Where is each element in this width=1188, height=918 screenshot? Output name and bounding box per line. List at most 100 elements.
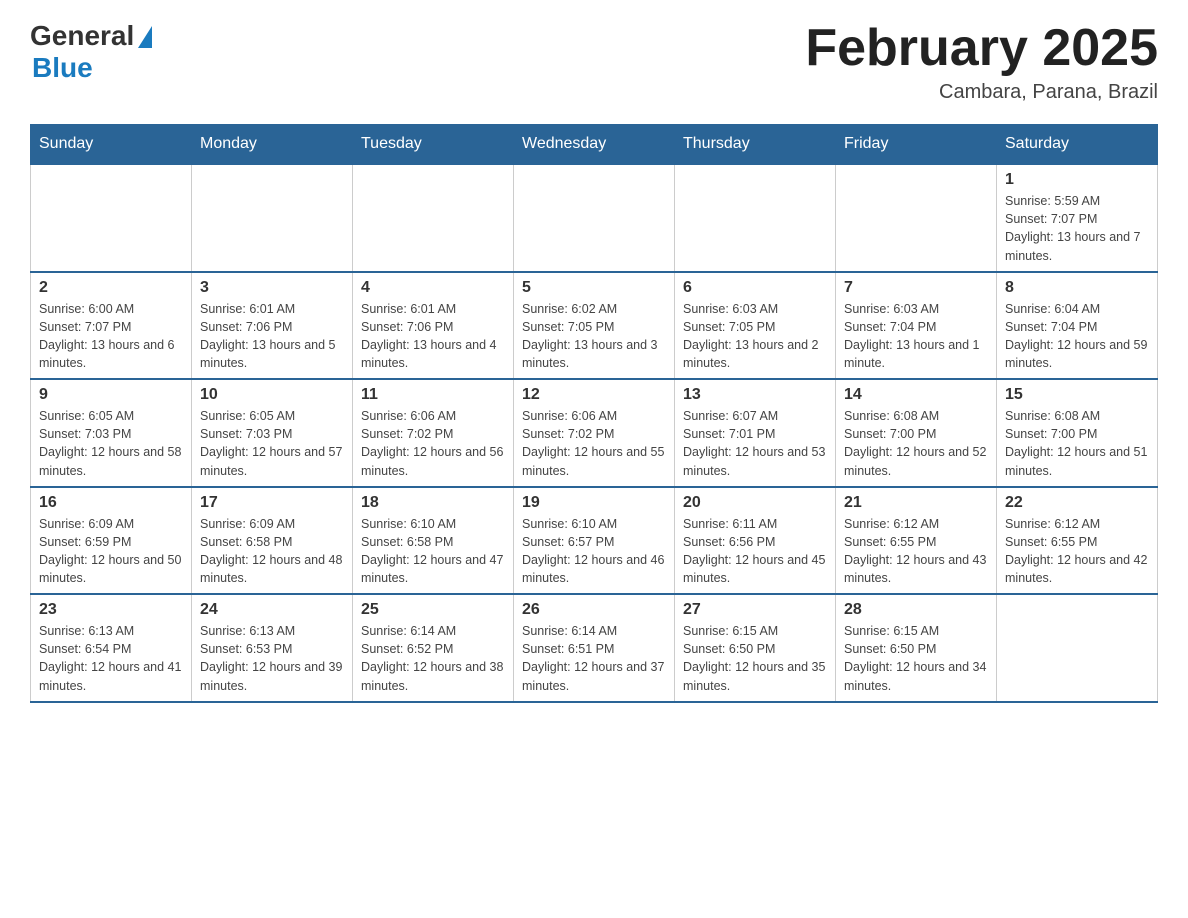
calendar-cell: 17 Sunrise: 6:09 AMSunset: 6:58 PMDayligh… xyxy=(192,487,353,595)
day-info: Sunrise: 6:13 AMSunset: 6:54 PMDaylight:… xyxy=(39,622,183,695)
calendar-cell: 22Sunrise: 6:12 AMSunset: 6:55 PMDayligh… xyxy=(997,487,1158,595)
calendar-cell: 9 Sunrise: 6:05 AMSunset: 7:03 PMDaylight… xyxy=(31,379,192,487)
day-header-tuesday: Tuesday xyxy=(353,125,514,165)
calendar-cell xyxy=(675,164,836,272)
day-header-thursday: Thursday xyxy=(675,125,836,165)
day-number: 18 xyxy=(361,494,505,512)
day-number: 27 xyxy=(683,601,827,619)
day-info: Sunrise: 6:08 AMSunset: 7:00 PMDaylight:… xyxy=(1005,407,1149,480)
day-number: 7 xyxy=(844,279,988,297)
day-number: 23 xyxy=(39,601,183,619)
day-number: 6 xyxy=(683,279,827,297)
calendar-cell: 16 Sunrise: 6:09 AMSunset: 6:59 PMDayligh… xyxy=(31,487,192,595)
week-row-4: 16 Sunrise: 6:09 AMSunset: 6:59 PMDayligh… xyxy=(31,487,1158,595)
calendar-cell: 11 Sunrise: 6:06 AMSunset: 7:02 PMDayligh… xyxy=(353,379,514,487)
week-row-5: 23 Sunrise: 6:13 AMSunset: 6:54 PMDayligh… xyxy=(31,594,1158,702)
month-title: February 2025 xyxy=(805,20,1158,77)
day-number: 25 xyxy=(361,601,505,619)
day-info: Sunrise: 6:11 AMSunset: 6:56 PMDaylight:… xyxy=(683,515,827,588)
calendar-cell: 13 Sunrise: 6:07 AMSunset: 7:01 PMDayligh… xyxy=(675,379,836,487)
calendar-cell: 24Sunrise: 6:13 AMSunset: 6:53 PMDayligh… xyxy=(192,594,353,702)
calendar-cell: 3 Sunrise: 6:01 AMSunset: 7:06 PMDaylight… xyxy=(192,272,353,380)
day-info: Sunrise: 6:09 AMSunset: 6:58 PMDaylight:… xyxy=(200,515,344,588)
day-number: 12 xyxy=(522,386,666,404)
day-info: Sunrise: 6:03 AMSunset: 7:05 PMDaylight:… xyxy=(683,300,827,373)
calendar-cell xyxy=(192,164,353,272)
calendar-cell: 1Sunrise: 5:59 AMSunset: 7:07 PMDaylight… xyxy=(997,164,1158,272)
day-number: 28 xyxy=(844,601,988,619)
header-row: SundayMondayTuesdayWednesdayThursdayFrid… xyxy=(31,125,1158,165)
day-info: Sunrise: 6:06 AMSunset: 7:02 PMDaylight:… xyxy=(361,407,505,480)
day-number: 19 xyxy=(522,494,666,512)
day-info: Sunrise: 6:05 AMSunset: 7:03 PMDaylight:… xyxy=(39,407,183,480)
day-number: 11 xyxy=(361,386,505,404)
logo: General Blue xyxy=(30,20,152,84)
day-info: Sunrise: 6:12 AMSunset: 6:55 PMDaylight:… xyxy=(1005,515,1149,588)
calendar-cell: 26 Sunrise: 6:14 AMSunset: 6:51 PMDayligh… xyxy=(514,594,675,702)
day-info: Sunrise: 6:01 AMSunset: 7:06 PMDaylight:… xyxy=(200,300,344,373)
day-info: Sunrise: 6:07 AMSunset: 7:01 PMDaylight:… xyxy=(683,407,827,480)
calendar-cell: 28 Sunrise: 6:15 AMSunset: 6:50 PMDayligh… xyxy=(836,594,997,702)
logo-general-text: General xyxy=(30,20,134,52)
calendar-cell: 6 Sunrise: 6:03 AMSunset: 7:05 PMDaylight… xyxy=(675,272,836,380)
day-number: 13 xyxy=(683,386,827,404)
calendar-cell: 2 Sunrise: 6:00 AMSunset: 7:07 PMDaylight… xyxy=(31,272,192,380)
week-row-3: 9 Sunrise: 6:05 AMSunset: 7:03 PMDaylight… xyxy=(31,379,1158,487)
day-info: Sunrise: 6:12 AMSunset: 6:55 PMDaylight:… xyxy=(844,515,988,588)
day-number: 10 xyxy=(200,386,344,404)
day-info: Sunrise: 6:05 AMSunset: 7:03 PMDaylight:… xyxy=(200,407,344,480)
day-number: 4 xyxy=(361,279,505,297)
calendar-cell: 10 Sunrise: 6:05 AMSunset: 7:03 PMDayligh… xyxy=(192,379,353,487)
day-header-saturday: Saturday xyxy=(997,125,1158,165)
week-row-2: 2 Sunrise: 6:00 AMSunset: 7:07 PMDaylight… xyxy=(31,272,1158,380)
day-info: Sunrise: 6:15 AMSunset: 6:50 PMDaylight:… xyxy=(683,622,827,695)
day-number: 14 xyxy=(844,386,988,404)
calendar-cell xyxy=(514,164,675,272)
day-info: Sunrise: 5:59 AMSunset: 7:07 PMDaylight:… xyxy=(1005,192,1149,265)
day-info: Sunrise: 6:08 AMSunset: 7:00 PMDaylight:… xyxy=(844,407,988,480)
day-number: 17 xyxy=(200,494,344,512)
calendar-cell: 5 Sunrise: 6:02 AMSunset: 7:05 PMDaylight… xyxy=(514,272,675,380)
day-info: Sunrise: 6:10 AMSunset: 6:57 PMDaylight:… xyxy=(522,515,666,588)
day-number: 21 xyxy=(844,494,988,512)
day-info: Sunrise: 6:00 AMSunset: 7:07 PMDaylight:… xyxy=(39,300,183,373)
calendar-cell xyxy=(997,594,1158,702)
day-info: Sunrise: 6:09 AMSunset: 6:59 PMDaylight:… xyxy=(39,515,183,588)
calendar-cell: 19 Sunrise: 6:10 AMSunset: 6:57 PMDayligh… xyxy=(514,487,675,595)
day-info: Sunrise: 6:06 AMSunset: 7:02 PMDaylight:… xyxy=(522,407,666,480)
calendar-cell: 18 Sunrise: 6:10 AMSunset: 6:58 PMDayligh… xyxy=(353,487,514,595)
day-number: 2 xyxy=(39,279,183,297)
calendar-table: SundayMondayTuesdayWednesdayThursdayFrid… xyxy=(30,124,1158,703)
calendar-cell: 20Sunrise: 6:11 AMSunset: 6:56 PMDayligh… xyxy=(675,487,836,595)
day-header-friday: Friday xyxy=(836,125,997,165)
day-info: Sunrise: 6:02 AMSunset: 7:05 PMDaylight:… xyxy=(522,300,666,373)
day-header-wednesday: Wednesday xyxy=(514,125,675,165)
calendar-cell: 23 Sunrise: 6:13 AMSunset: 6:54 PMDayligh… xyxy=(31,594,192,702)
day-header-sunday: Sunday xyxy=(31,125,192,165)
page-header: General Blue February 2025 Cambara, Para… xyxy=(30,20,1158,104)
logo-triangle-icon xyxy=(138,26,152,48)
calendar-cell xyxy=(31,164,192,272)
day-number: 5 xyxy=(522,279,666,297)
day-info: Sunrise: 6:10 AMSunset: 6:58 PMDaylight:… xyxy=(361,515,505,588)
week-row-1: 1Sunrise: 5:59 AMSunset: 7:07 PMDaylight… xyxy=(31,164,1158,272)
day-number: 16 xyxy=(39,494,183,512)
day-number: 9 xyxy=(39,386,183,404)
day-number: 3 xyxy=(200,279,344,297)
calendar-cell: 14 Sunrise: 6:08 AMSunset: 7:00 PMDayligh… xyxy=(836,379,997,487)
calendar-cell: 12 Sunrise: 6:06 AMSunset: 7:02 PMDayligh… xyxy=(514,379,675,487)
calendar-cell: 25Sunrise: 6:14 AMSunset: 6:52 PMDayligh… xyxy=(353,594,514,702)
calendar-cell xyxy=(353,164,514,272)
calendar-cell: 21 Sunrise: 6:12 AMSunset: 6:55 PMDayligh… xyxy=(836,487,997,595)
day-info: Sunrise: 6:14 AMSunset: 6:51 PMDaylight:… xyxy=(522,622,666,695)
day-info: Sunrise: 6:15 AMSunset: 6:50 PMDaylight:… xyxy=(844,622,988,695)
calendar-cell: 27 Sunrise: 6:15 AMSunset: 6:50 PMDayligh… xyxy=(675,594,836,702)
day-number: 26 xyxy=(522,601,666,619)
location-subtitle: Cambara, Parana, Brazil xyxy=(805,81,1158,104)
calendar-cell xyxy=(836,164,997,272)
day-number: 15 xyxy=(1005,386,1149,404)
day-header-monday: Monday xyxy=(192,125,353,165)
day-number: 24 xyxy=(200,601,344,619)
day-info: Sunrise: 6:03 AMSunset: 7:04 PMDaylight:… xyxy=(844,300,988,373)
calendar-cell: 8Sunrise: 6:04 AMSunset: 7:04 PMDaylight… xyxy=(997,272,1158,380)
